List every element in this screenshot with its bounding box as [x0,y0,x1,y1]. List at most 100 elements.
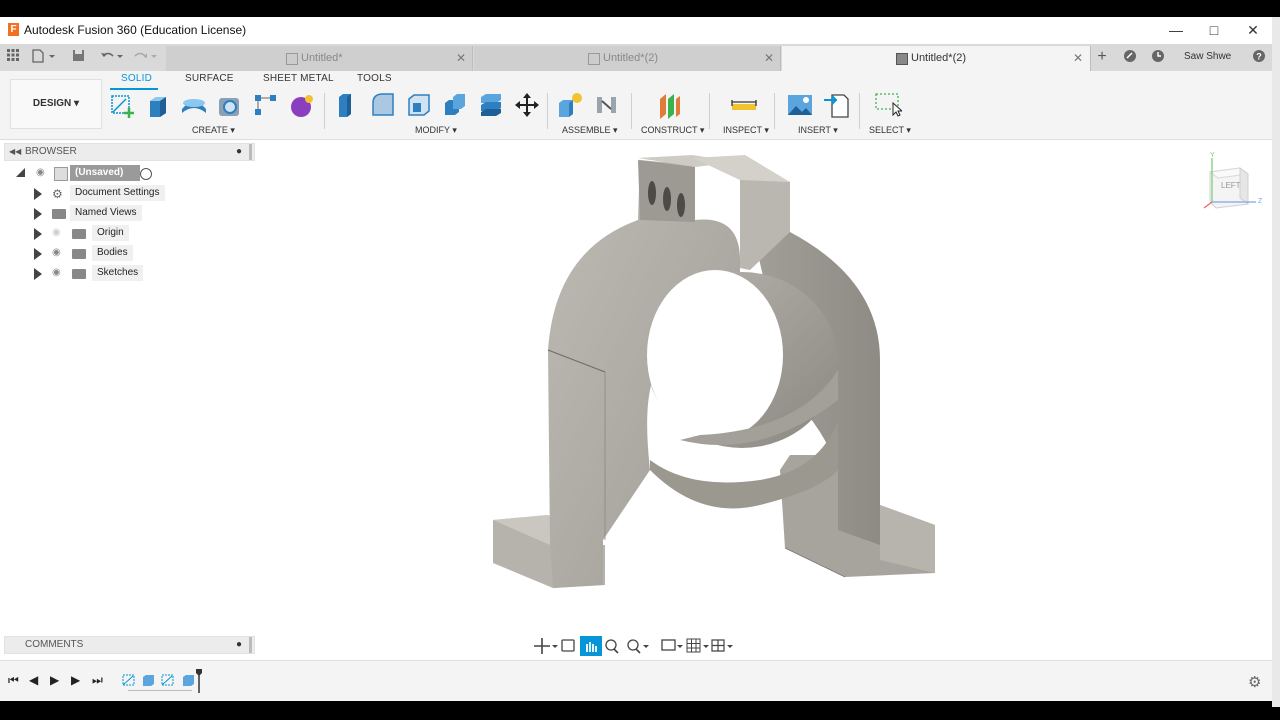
comments-panel-header[interactable]: COMMENTS ● [4,636,255,654]
press-pull-icon[interactable] [333,91,361,119]
modify-menu[interactable]: MODIFY ▾ [415,125,457,136]
timeline-sketch-icon[interactable] [122,673,136,687]
tree-item-named-views[interactable]: Named Views [32,205,182,223]
fillet-icon[interactable] [369,91,397,119]
select-menu[interactable]: SELECT ▾ [869,125,911,136]
tree-item-document-settings[interactable]: ⚙ Document Settings [32,185,182,203]
shell-icon[interactable] [405,91,433,119]
zoom-button[interactable] [604,635,622,657]
extrude-icon[interactable] [144,91,172,119]
comments-resize-handle[interactable] [249,637,252,653]
minimize-icon[interactable]: — [1166,21,1186,39]
tab-solid[interactable]: SOLID [121,73,152,84]
close-tab-icon[interactable]: ✕ [456,51,466,65]
tab-sheet-metal[interactable]: SHEET METAL [263,73,334,84]
tree-label: Bodies [92,245,133,261]
expand-triangle-icon[interactable] [34,208,42,220]
offset-plane-icon[interactable] [656,91,684,119]
play-icon[interactable]: ▶ [50,673,59,687]
expand-triangle-icon[interactable] [34,228,42,240]
hidden-eye-icon[interactable]: ◉ [52,228,62,238]
move-copy-icon[interactable] [513,91,541,119]
combine-icon[interactable] [441,91,469,119]
activate-radio-icon[interactable] [140,168,152,180]
tab-untitled-1[interactable]: Untitled* ✕ [166,46,473,71]
go-to-start-icon[interactable]: ⏮ [8,673,19,687]
select-window-icon[interactable] [874,91,904,119]
workspace-switcher[interactable]: DESIGN ▾ [10,79,102,129]
joint-icon[interactable] [593,91,621,119]
construct-menu[interactable]: CONSTRUCT ▾ [641,125,704,136]
tree-item-bodies[interactable]: ◉ Bodies [32,245,182,263]
tree-root[interactable]: ◉ (Unsaved) [16,165,176,183]
fit-button[interactable] [624,635,652,657]
expanded-triangle-icon[interactable] [16,168,25,177]
axis-y-label: Y [1210,152,1215,159]
inspect-menu[interactable]: INSPECT ▾ [723,125,769,136]
add-comment-icon[interactable]: ● [236,639,242,650]
help-icon[interactable]: ? [1251,49,1267,65]
visibility-eye-icon[interactable]: ◉ [52,248,62,258]
measure-icon[interactable] [730,91,758,119]
collapse-browser-icon[interactable]: ◀◀ [9,147,21,156]
tab-untitled-2-active[interactable]: Untitled*(2) ✕ [782,46,1091,71]
timeline-extrude-icon-2[interactable] [181,673,195,687]
maximize-icon[interactable]: □ [1204,21,1224,39]
orbit-button[interactable] [532,635,558,657]
look-at-button[interactable] [560,635,578,657]
rectangular-pattern-icon[interactable] [252,91,280,119]
grid-settings-button[interactable] [686,635,710,657]
tree-item-origin[interactable]: ◉ Origin [32,225,182,243]
tree-item-sketches[interactable]: ◉ Sketches [32,265,182,283]
save-icon[interactable] [70,49,86,65]
close-tab-icon[interactable]: ✕ [1073,51,1083,65]
user-name[interactable]: Saw Shwe [1184,49,1234,65]
root-label[interactable]: (Unsaved) [70,165,140,181]
browser-resize-handle[interactable] [249,144,252,160]
close-tab-icon[interactable]: ✕ [764,51,774,65]
browser-minimize-icon[interactable]: ● [236,146,242,157]
create-sketch-icon[interactable] [109,91,137,119]
insert-menu[interactable]: INSERT ▾ [798,125,838,136]
undo-icon[interactable] [98,49,126,65]
viewports-button[interactable] [712,635,738,657]
settings-icon[interactable]: ⚙ [1248,673,1261,691]
canvas-image-icon[interactable] [786,91,814,119]
revolve-icon[interactable] [180,91,208,119]
expand-triangle-icon[interactable] [34,268,42,280]
timeline-marker[interactable] [196,669,202,693]
expand-triangle-icon[interactable] [34,188,42,200]
create-menu[interactable]: CREATE ▾ [192,125,235,136]
pipe-clamp-body[interactable] [493,155,935,588]
tab-surface[interactable]: SURFACE [185,73,234,84]
insert-derive-icon[interactable] [822,91,850,119]
step-back-icon[interactable]: ◀ [29,673,38,687]
visibility-eye-icon[interactable]: ◉ [36,168,46,178]
timeline-extrude-icon[interactable] [141,673,155,687]
view-cube[interactable]: LEFT Y Z [1200,152,1266,214]
new-component-icon[interactable] [556,91,584,119]
3d-model-view[interactable] [0,140,1272,660]
file-icon[interactable] [30,49,58,65]
apps-grid-icon[interactable] [6,49,20,65]
clock-icon[interactable] [1150,49,1166,65]
pan-button[interactable] [580,635,602,657]
new-tab-icon[interactable]: + [1094,49,1110,65]
expand-triangle-icon[interactable] [34,248,42,260]
job-status-icon[interactable] [1122,49,1138,65]
split-body-icon[interactable] [477,91,505,119]
assemble-menu[interactable]: ASSEMBLE ▾ [562,125,618,136]
display-settings-button[interactable] [660,635,686,657]
visibility-eye-icon[interactable]: ◉ [52,268,62,278]
timeline-sketch-icon-2[interactable] [161,673,175,687]
browser-panel-header[interactable]: ◀◀ BROWSER ● [4,143,255,161]
sweep-icon[interactable] [216,91,244,119]
canvas-viewport[interactable]: LEFT Y Z [0,140,1272,660]
go-to-end-icon[interactable]: ⏭ [92,673,103,687]
step-forward-icon[interactable]: ▶ [71,673,80,687]
tab-tools[interactable]: TOOLS [357,73,392,84]
redo-icon[interactable] [132,49,160,65]
create-form-icon[interactable] [288,91,316,119]
tab-untitled-2[interactable]: Untitled*(2) ✕ [474,46,781,71]
close-icon[interactable]: ✕ [1243,21,1263,39]
